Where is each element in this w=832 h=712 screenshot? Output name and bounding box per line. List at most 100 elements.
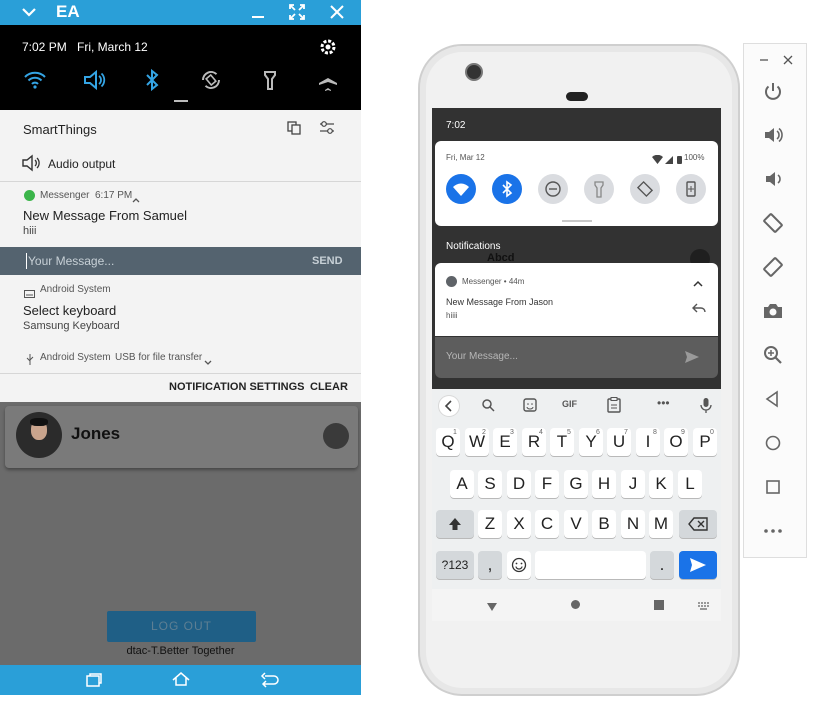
bluetooth-icon[interactable] <box>139 67 165 93</box>
overview-square-icon[interactable] <box>762 476 784 498</box>
phone-dnd-toggle[interactable] <box>538 174 568 204</box>
microphone-icon[interactable] <box>700 397 712 418</box>
fullscreen-icon[interactable] <box>288 3 306 25</box>
footer-text: dtac-T.Better Together <box>126 645 235 657</box>
key-x[interactable]: X <box>507 510 531 538</box>
chevron-up-icon[interactable] <box>131 191 141 209</box>
enter-send-key[interactable] <box>679 551 717 579</box>
power-icon[interactable] <box>762 80 784 102</box>
key-n[interactable]: N <box>621 510 645 538</box>
phone-message-notification[interactable]: Messenger • 44m New Message From Jason h… <box>435 263 718 336</box>
chevron-down-icon[interactable] <box>20 3 38 25</box>
settings-gear-icon[interactable] <box>318 37 338 62</box>
key-f[interactable]: F <box>535 470 559 498</box>
key-k[interactable]: K <box>649 470 673 498</box>
keyboard-collapse-button[interactable] <box>439 396 459 416</box>
flashlight-icon[interactable] <box>257 67 283 93</box>
key-label: H <box>597 474 611 493</box>
phone-recents-icon[interactable] <box>654 600 664 610</box>
devices-icon[interactable] <box>286 120 302 141</box>
logout-button[interactable]: LOG OUT <box>107 611 256 642</box>
phone-home-icon[interactable] <box>571 600 580 609</box>
key-c[interactable]: C <box>535 510 559 538</box>
key-z[interactable]: Z <box>478 510 502 538</box>
more-options-dots-icon[interactable] <box>762 520 784 542</box>
key-a[interactable]: A <box>450 470 474 498</box>
emoji-key[interactable] <box>507 551 531 579</box>
phone-send-icon[interactable] <box>684 350 700 369</box>
volume-up-icon[interactable] <box>762 124 784 146</box>
phone-reply-input[interactable]: Your Message... <box>446 351 518 362</box>
clipboard-icon[interactable] <box>607 397 621 418</box>
phone-quick-settings: Fri, Mar 12 100% <box>435 141 718 226</box>
shade-handle[interactable] <box>174 100 188 102</box>
key-g[interactable]: G <box>564 470 588 498</box>
period-key[interactable]: . <box>650 551 674 579</box>
status-shade: 7:02 PM Fri, March 12 <box>0 25 361 110</box>
phone-collapse-icon[interactable] <box>692 276 704 294</box>
key-s[interactable]: S <box>478 470 502 498</box>
key-label: F <box>541 474 553 493</box>
phone-back-icon[interactable] <box>486 599 498 617</box>
select-keyboard-title[interactable]: Select keyboard <box>23 303 116 318</box>
rotate-left-icon[interactable] <box>762 212 784 234</box>
back-icon[interactable] <box>259 672 279 693</box>
shift-key[interactable] <box>436 510 474 538</box>
key-label: K <box>655 474 667 493</box>
reply-input[interactable]: Your Message... <box>28 254 114 268</box>
phone-qs-handle[interactable] <box>562 220 592 222</box>
messenger-title[interactable]: New Message From Samuel <box>23 208 187 223</box>
auto-rotate-icon[interactable] <box>198 67 224 93</box>
wifi-icon[interactable] <box>22 67 48 93</box>
minimize-icon[interactable] <box>250 3 266 25</box>
send-button[interactable]: SEND <box>312 255 343 267</box>
text-cursor <box>26 253 27 269</box>
toolbar-close-icon[interactable] <box>783 52 793 70</box>
key-b[interactable]: B <box>592 510 616 538</box>
sticker-icon[interactable] <box>523 398 537 417</box>
key-v[interactable]: V <box>564 510 588 538</box>
volume-down-icon[interactable] <box>762 168 784 190</box>
recent-apps-icon[interactable] <box>85 672 103 693</box>
key-l[interactable]: L <box>678 470 702 498</box>
tune-settings-icon[interactable] <box>319 120 335 141</box>
key-hint: 9 <box>681 429 685 436</box>
key-d[interactable]: D <box>507 470 531 498</box>
clear-button[interactable]: CLEAR <box>310 381 348 393</box>
phone-bluetooth-toggle[interactable] <box>492 174 522 204</box>
front-camera <box>465 63 483 81</box>
rotate-right-icon[interactable] <box>762 256 784 278</box>
gif-button[interactable]: GIF <box>562 399 577 409</box>
key-hint: 0 <box>710 429 714 436</box>
key-j[interactable]: J <box>621 470 645 498</box>
more-options-icon[interactable]: ••• <box>657 397 670 409</box>
phone-battery-saver-toggle[interactable] <box>676 174 706 204</box>
symbols-key[interactable]: ?123 <box>436 551 474 579</box>
sound-icon[interactable] <box>81 67 107 93</box>
key-h[interactable]: H <box>592 470 616 498</box>
comma-key[interactable]: , <box>478 551 502 579</box>
phone-reply-icon[interactable] <box>692 301 706 319</box>
contact-card[interactable]: Jones <box>5 406 358 468</box>
home-circle-icon[interactable] <box>762 432 784 454</box>
toolbar-minimize-icon[interactable] <box>759 52 769 70</box>
airplane-mode-icon[interactable] <box>315 67 341 93</box>
audio-output-label[interactable]: Audio output <box>48 157 115 171</box>
home-icon[interactable] <box>171 671 191 692</box>
zoom-icon[interactable] <box>762 344 784 366</box>
phone-wifi-toggle[interactable] <box>446 174 476 204</box>
back-triangle-icon[interactable] <box>762 388 784 410</box>
notification-settings-button[interactable]: NOTIFICATION SETTINGS <box>169 381 304 393</box>
key-m[interactable]: M <box>649 510 673 538</box>
phone-autorotate-toggle[interactable] <box>630 174 660 204</box>
notifications-header: Notifications <box>446 241 501 252</box>
phone-flashlight-toggle[interactable] <box>584 174 614 204</box>
chevron-down-small-icon[interactable] <box>203 354 213 372</box>
space-key[interactable] <box>535 551 646 579</box>
battery-percent: 100% <box>684 153 705 162</box>
backspace-key[interactable] <box>679 510 717 538</box>
close-icon[interactable] <box>328 3 346 25</box>
phone-keyboard-switch-icon[interactable] <box>698 599 710 617</box>
keyboard-search-icon[interactable] <box>481 398 495 417</box>
camera-icon[interactable] <box>762 300 784 322</box>
